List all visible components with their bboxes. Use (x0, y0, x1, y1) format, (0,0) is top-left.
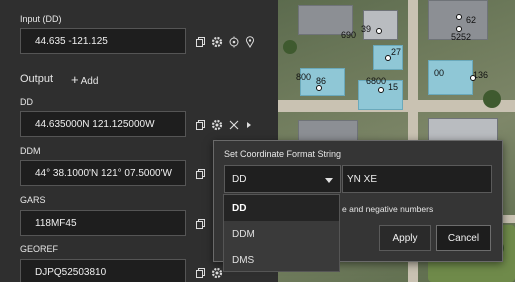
output-label-gars: GARS (20, 195, 46, 205)
map-label: 690 (341, 30, 357, 40)
output-title: Output (20, 73, 54, 85)
map-point[interactable] (378, 87, 384, 93)
gear-icon[interactable] (211, 119, 223, 131)
map-tree (483, 90, 501, 108)
format-select[interactable]: DD (224, 165, 341, 193)
plus-icon: + (71, 72, 79, 87)
close-icon[interactable] (228, 119, 240, 131)
map-label: 52 (461, 32, 472, 42)
chevron-right-icon[interactable] (243, 119, 255, 131)
apply-button[interactable]: Apply (379, 225, 431, 251)
gear-icon[interactable] (211, 36, 223, 48)
add-output-label: Add (80, 76, 99, 87)
gear-icon[interactable] (211, 267, 223, 279)
map-label: 62 (466, 15, 477, 25)
map-tree (283, 40, 297, 54)
map-label: 6800 (366, 76, 387, 86)
input-label: Input (DD) (20, 14, 62, 24)
coordinate-input[interactable]: 44.635 -121.125 (20, 28, 186, 54)
format-option-dms[interactable]: DMS (224, 247, 339, 273)
output-label-ddm: DDM (20, 146, 41, 156)
output-label-dd: DD (20, 97, 33, 107)
negative-numbers-option[interactable]: e and negative numbers (342, 204, 433, 214)
pin-icon[interactable] (244, 36, 256, 48)
map-point[interactable] (376, 28, 382, 34)
copy-icon[interactable] (195, 267, 207, 279)
output-label-georef: GEOREF (20, 244, 59, 254)
map-point[interactable] (456, 26, 462, 32)
map-label: 800 (296, 72, 312, 82)
map-label: 27 (391, 47, 402, 57)
output-value-gars[interactable]: 118MF45 (20, 210, 186, 236)
format-select-value: DD (232, 174, 247, 185)
map-label: 15 (388, 82, 399, 92)
map-point[interactable] (316, 85, 322, 91)
map-label: 39 (361, 24, 372, 34)
format-dropdown: DD DDM DMS (223, 194, 340, 272)
output-value-ddm[interactable]: 44° 38.1000'N 121° 07.5000'W (20, 160, 186, 186)
copy-icon[interactable] (195, 168, 207, 180)
copy-icon[interactable] (195, 218, 207, 230)
map-label: 52 (451, 32, 462, 42)
copy-icon[interactable] (195, 119, 207, 131)
format-option-dd[interactable]: DD (224, 195, 339, 221)
chevron-down-icon (325, 178, 333, 183)
output-value-dd[interactable]: 44.635000N 121.125000W (20, 111, 186, 137)
locate-icon[interactable] (228, 36, 240, 48)
format-option-ddm[interactable]: DDM (224, 221, 339, 247)
output-value-georef[interactable]: DJPQ52503810 (20, 259, 186, 282)
popup-title: Set Coordinate Format String (224, 149, 342, 159)
map-label: 00 (434, 68, 445, 78)
map-point[interactable] (456, 14, 462, 20)
map-point[interactable] (470, 75, 476, 81)
map-point[interactable] (385, 55, 391, 61)
cancel-button[interactable]: Cancel (436, 225, 491, 251)
copy-icon[interactable] (195, 36, 207, 48)
add-output-button[interactable]: + Add (71, 72, 98, 87)
format-string-input[interactable]: YN XE (342, 165, 492, 193)
